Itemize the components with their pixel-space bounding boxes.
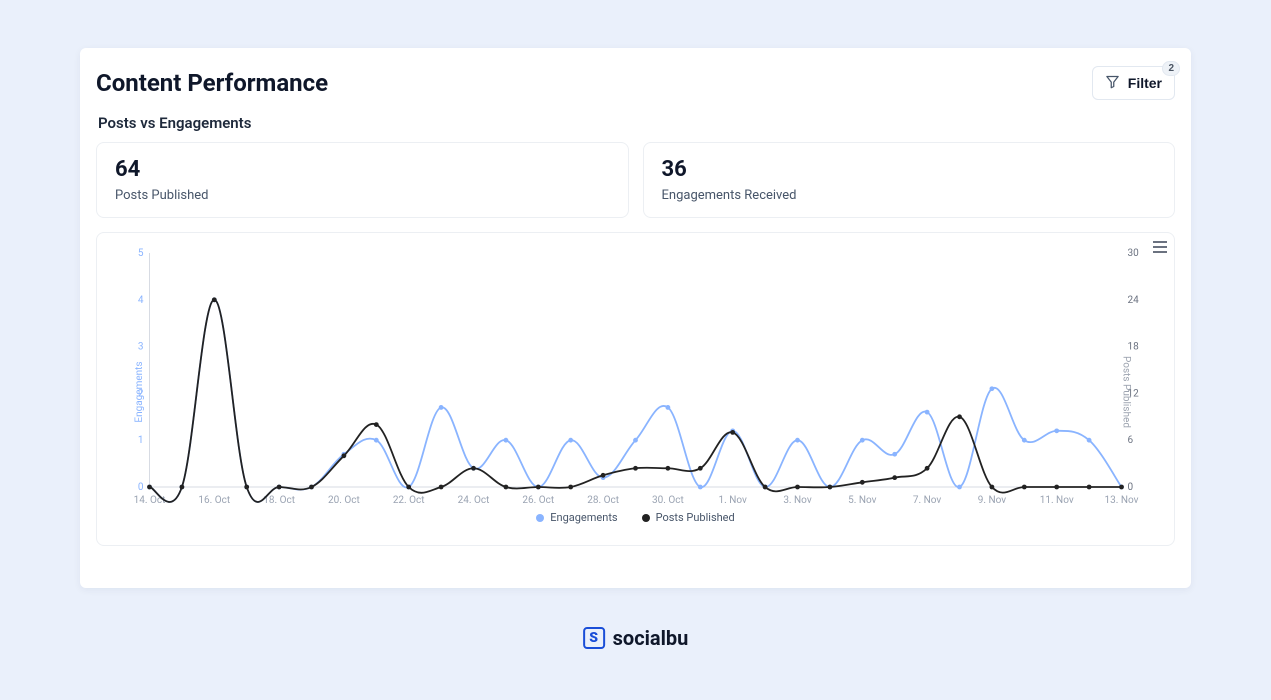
legend-dot-icon (642, 514, 650, 522)
svg-text:20. Oct: 20. Oct (328, 495, 360, 506)
svg-text:30. Oct: 30. Oct (652, 495, 684, 506)
brand-name: socialbu (613, 626, 689, 650)
svg-text:5. Nov: 5. Nov (848, 495, 877, 506)
filter-button[interactable]: Filter 2 (1092, 66, 1175, 100)
stat-value: 64 (115, 157, 610, 182)
svg-text:22. Oct: 22. Oct (393, 495, 425, 506)
svg-text:24: 24 (1128, 295, 1140, 306)
stat-label: Engagements Received (662, 188, 1157, 203)
svg-text:5: 5 (138, 248, 144, 259)
svg-text:6: 6 (1128, 435, 1134, 446)
svg-text:0: 0 (138, 482, 144, 493)
stat-row: 64 Posts Published 36 Engagements Receiv… (96, 142, 1175, 218)
legend-item-posts[interactable]: Posts Published (642, 511, 735, 524)
svg-text:28. Oct: 28. Oct (587, 495, 619, 506)
svg-text:26. Oct: 26. Oct (522, 495, 554, 506)
svg-text:7. Nov: 7. Nov (913, 495, 942, 506)
svg-text:30: 30 (1128, 248, 1140, 259)
svg-text:11. Nov: 11. Nov (1040, 495, 1074, 506)
filter-button-label: Filter (1128, 75, 1162, 91)
svg-text:16. Oct: 16. Oct (198, 495, 230, 506)
svg-text:9. Nov: 9. Nov (978, 495, 1007, 506)
section-subheader: Posts vs Engagements (98, 114, 1175, 132)
brand-mark-icon: S (583, 627, 605, 649)
filter-icon (1105, 74, 1120, 92)
svg-text:3. Nov: 3. Nov (783, 495, 812, 506)
chart-wrap: Engagements Posts Published 012345061218… (113, 247, 1158, 537)
stat-value: 36 (662, 157, 1157, 182)
chart-legend: Engagements Posts Published (113, 511, 1158, 524)
stat-card-engagements: 36 Engagements Received (643, 142, 1176, 218)
y-axis-right-label: Posts Published (1121, 356, 1132, 428)
svg-text:18. Oct: 18. Oct (263, 495, 295, 506)
legend-label: Posts Published (656, 511, 735, 524)
svg-text:1. Nov: 1. Nov (719, 495, 748, 506)
panel-header: Content Performance Filter 2 (96, 66, 1175, 100)
svg-text:18: 18 (1128, 342, 1140, 353)
legend-label: Engagements (550, 511, 617, 524)
page-title: Content Performance (96, 69, 328, 97)
filter-count-badge: 2 (1162, 61, 1180, 76)
brand-logo: S socialbu (583, 626, 689, 650)
svg-text:13. Nov: 13. Nov (1105, 495, 1139, 506)
legend-item-engagements[interactable]: Engagements (536, 511, 617, 524)
legend-dot-icon (536, 514, 544, 522)
line-chart: 012345061218243014. Oct16. Oct18. Oct20.… (113, 247, 1158, 507)
svg-text:1: 1 (138, 435, 144, 446)
stat-card-posts: 64 Posts Published (96, 142, 629, 218)
chart-card: Engagements Posts Published 012345061218… (96, 232, 1175, 546)
y-axis-left-label: Engagements (134, 361, 145, 422)
svg-text:24. Oct: 24. Oct (458, 495, 490, 506)
stat-label: Posts Published (115, 188, 610, 203)
content-performance-panel: Content Performance Filter 2 Posts vs En… (80, 48, 1191, 588)
svg-text:0: 0 (1128, 482, 1134, 493)
svg-text:4: 4 (138, 295, 144, 306)
svg-text:3: 3 (138, 342, 144, 353)
